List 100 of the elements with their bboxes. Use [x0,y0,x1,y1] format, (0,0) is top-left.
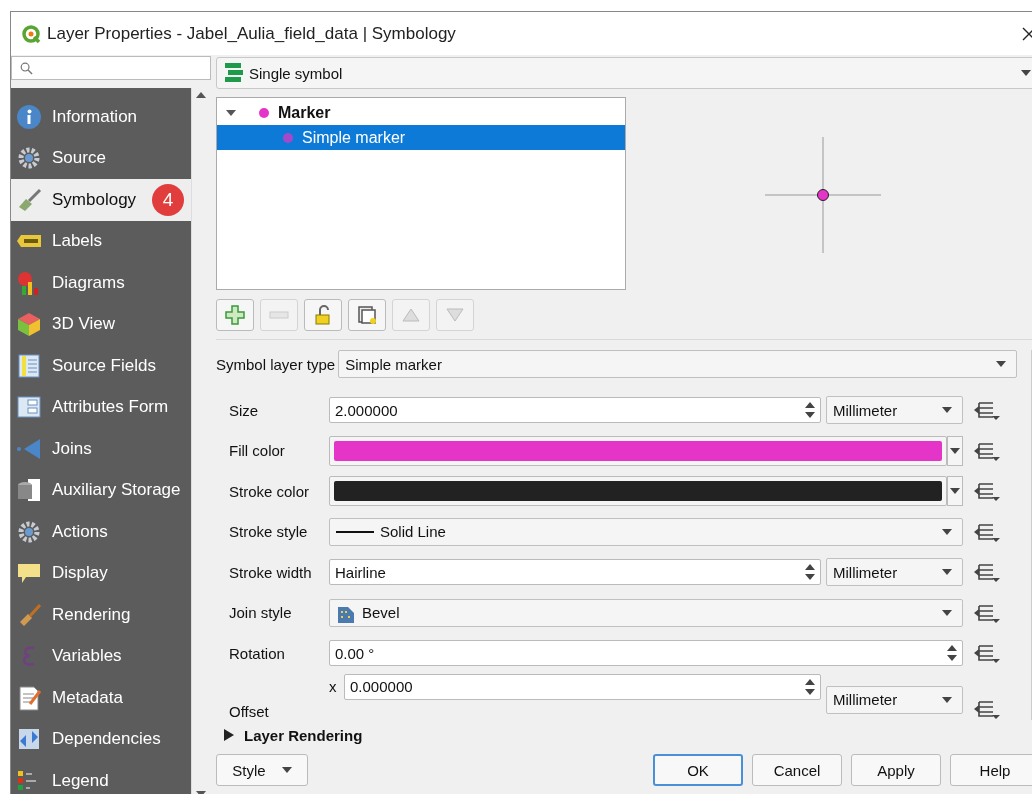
color-menu-button[interactable] [947,476,963,507]
sidebar-item[interactable]: Dependencies [11,718,191,760]
padlock-icon [313,305,333,325]
sidebar-item[interactable]: Metadata [11,677,191,719]
sidebar-item-label: Source Fields [52,355,156,376]
field-label: Offset [229,702,270,720]
duplicate-button[interactable] [348,299,386,331]
tree-item[interactable]: Marker [217,100,625,125]
renderer-dropdown[interactable]: Single symbol [216,57,1032,89]
dropdown-arrow-icon [942,569,952,576]
padlock-button[interactable] [304,299,342,331]
style-button[interactable]: Style [216,754,308,786]
sidebar-item[interactable]: Auxiliary Storage [11,469,191,511]
dropdown-arrow-icon [942,407,952,414]
solid-line-icon [336,530,374,533]
sidebar-item[interactable]: Rendering [11,594,191,636]
sidebar-item-label: Joins [52,438,92,459]
dropdown-arrow-icon [950,447,960,454]
field-label: Stroke color [229,482,311,500]
dropdown-arrow-icon [942,528,952,535]
field-label: Rotation [229,644,286,662]
tree-item[interactable]: Simple marker [217,125,625,150]
sidebar-item[interactable]: Variables [11,635,191,677]
sidebar-item-label: 3D View [52,314,115,335]
section-toggle[interactable]: Layer Rendering [216,720,1032,746]
sidebar-item-label: Legend [52,770,109,791]
spin-box[interactable]: Hairline [329,559,821,586]
dropdown-arrow-icon [996,361,1006,367]
sidebar-item-label: Actions [52,521,108,542]
cube-icon [16,311,42,338]
sidebar-item-label: Dependencies [52,729,161,750]
table-icon [16,352,42,379]
dropdown-arrow-icon [281,767,292,773]
stacked-bars-icon [225,63,243,83]
sidebar-item-label: Metadata [52,687,123,708]
sidebar-item-label: Source [52,148,106,169]
data-defined-override-icon[interactable] [973,642,1001,665]
dropdown-arrow-icon [950,488,960,495]
unit-dropdown[interactable]: Millimeter [826,558,963,587]
spin-box[interactable]: 0.000000 [344,673,821,700]
window-title: Layer Properties - Jabel_Aulia_field_data | Symbology [47,23,457,44]
field-label: Stroke width [229,563,313,581]
data-defined-override-icon[interactable] [973,561,1001,584]
duplicate-icon [357,305,377,325]
dialog-button[interactable]: Apply [851,754,941,786]
sidebar-item[interactable]: Joins [11,428,191,470]
up-arrow-icon[interactable] [196,92,206,98]
style-dropdown[interactable]: Bevel [329,598,963,627]
dropdown-arrow-icon [942,696,952,703]
marker-dot-icon [282,131,294,144]
data-defined-override-icon[interactable] [973,399,1001,422]
sidebar-item-label: Diagrams [52,272,125,293]
dialog-button[interactable]: OK [653,754,743,786]
dropdown-arrow-icon [942,609,952,616]
field-label: Stroke style [229,523,309,541]
spin-box[interactable]: 2.000000 [329,397,821,424]
sidebar-item[interactable]: Diagrams [11,262,191,304]
color-menu-button[interactable] [947,435,963,466]
unit-dropdown[interactable]: Millimeter [826,396,963,425]
sidebar-item[interactable]: Display [11,552,191,594]
field-label: Size [229,401,260,419]
database-icon [16,477,42,504]
marker-dot-icon [258,106,270,119]
dialog-button[interactable]: Help [950,754,1032,786]
expand-arrow-icon [224,729,234,741]
form-icon [16,394,42,421]
app-logo-icon [21,23,41,44]
sidebar-item-label: Information [52,106,138,127]
sidebar-item[interactable]: Legend [11,760,191,794]
unit-dropdown[interactable]: Millimeter [826,685,963,714]
sidebar-item[interactable]: Source [11,137,191,179]
symbol-layer-type-dropdown[interactable]: Simple marker [338,350,1017,378]
search-field[interactable] [11,56,211,80]
field-label: Join style [229,604,293,622]
sidebar-item[interactable]: Attributes Form [11,386,191,428]
search-icon [20,61,33,75]
dropdown-arrow-icon [1021,70,1031,76]
field-label: Symbol layer type [216,355,337,373]
paintbrush-icon [16,186,42,213]
dialog-button[interactable]: Cancel [752,754,842,786]
sidebar-item[interactable]: Source Fields [11,345,191,387]
sidebar-item-label: Auxiliary Storage [52,480,181,501]
sidebar-item-label: Display [52,563,108,584]
info-icon [16,103,42,130]
plus-icon [225,305,245,325]
sidebar-item-label: Rendering [52,604,131,625]
sidebar-item-label: Labels [52,231,103,252]
close-icon[interactable] [1022,26,1032,41]
spin-box[interactable]: 0.00 ° [329,640,963,667]
sidebar-item-label: Attributes Form [52,397,169,418]
data-defined-override-icon[interactable] [973,480,1001,503]
sidebar-item[interactable]: Actions [11,511,191,553]
expand-arrow-icon[interactable] [226,107,236,118]
style-dropdown[interactable]: Solid Line [329,517,963,546]
sidebar-item[interactable]: Information [11,96,191,138]
sidebar-item[interactable]: Labels [11,220,191,262]
field-label: Fill color [229,442,286,460]
sidebar-item[interactable]: Symbology 4 [11,179,191,221]
sidebar-item-label: Variables [52,646,122,667]
sidebar-item[interactable]: 3D View [11,303,191,345]
